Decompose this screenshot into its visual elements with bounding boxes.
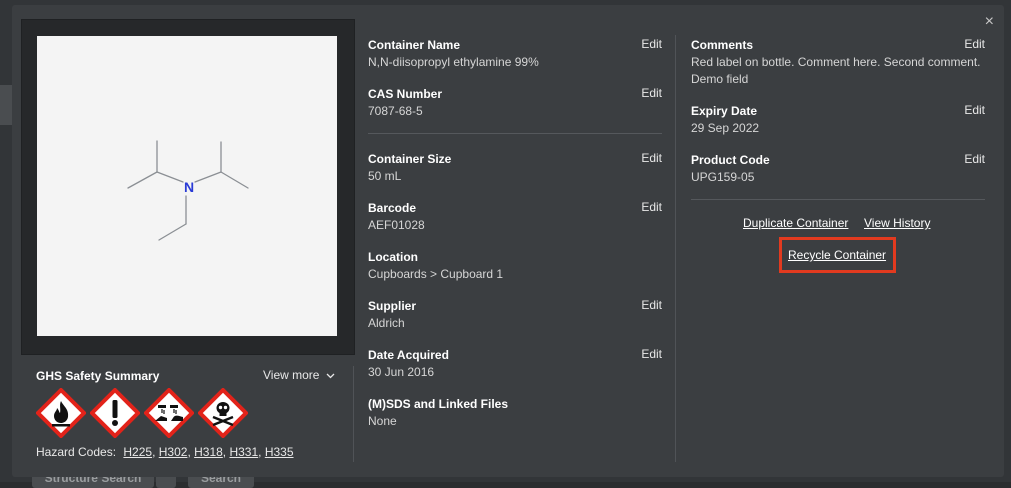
field-value: 30 Jun 2016 bbox=[368, 365, 435, 379]
field-cas-number: CAS Number 7087-68-5 Edit bbox=[368, 86, 662, 120]
field-value: UPG159-05 bbox=[691, 170, 755, 184]
field-label: Date Acquired bbox=[368, 348, 449, 362]
container-details-modal: × N GHS Safety Summary View more Hazard … bbox=[12, 5, 1004, 477]
field-container-name: Container Name N,N-diisopropyl ethylamin… bbox=[368, 37, 662, 71]
duplicate-container-link[interactable]: Duplicate Container bbox=[743, 216, 848, 230]
edit-expiry-date-button[interactable]: Edit bbox=[964, 103, 985, 117]
ghs-pictogram-list bbox=[36, 388, 248, 438]
hazard-code-link[interactable]: H302 bbox=[159, 445, 188, 459]
hazard-code-link[interactable]: H225 bbox=[123, 445, 152, 459]
hazard-code-link[interactable]: H331 bbox=[229, 445, 258, 459]
field-label: Container Name bbox=[368, 38, 461, 52]
field-value: Cupboards > Cupboard 1 bbox=[368, 267, 504, 281]
molecule-structure: N bbox=[127, 140, 249, 241]
edit-date-acquired-button[interactable]: Edit bbox=[641, 347, 662, 361]
recycle-container-link[interactable]: Recycle Container bbox=[788, 248, 886, 262]
nitrogen-atom-label: N bbox=[184, 179, 194, 195]
field-comments: Comments Red label on bottle. Comment he… bbox=[691, 37, 985, 88]
skull-crossbones-pictogram-icon bbox=[198, 388, 248, 438]
close-button[interactable]: × bbox=[985, 13, 994, 31]
field-value: Red label on bottle. Comment here. Secon… bbox=[691, 55, 981, 86]
field-value: None bbox=[368, 414, 397, 428]
actions-divider bbox=[691, 199, 985, 200]
field-label: Location bbox=[368, 250, 418, 264]
edit-comments-button[interactable]: Edit bbox=[964, 37, 985, 51]
edit-barcode-button[interactable]: Edit bbox=[641, 200, 662, 214]
hazard-codes-line: Hazard Codes: H225, H302, H318, H331, H3… bbox=[36, 445, 294, 459]
corrosion-pictogram-icon bbox=[144, 388, 194, 438]
view-more-label: View more bbox=[263, 368, 320, 382]
field-value: 50 mL bbox=[368, 169, 402, 183]
middle-column-divider bbox=[675, 35, 676, 462]
field-value: N,N-diisopropyl ethylamine 99% bbox=[368, 55, 539, 69]
edit-product-code-button[interactable]: Edit bbox=[964, 152, 985, 166]
structure-frame: N bbox=[21, 19, 355, 355]
section-divider bbox=[368, 133, 662, 134]
view-history-link[interactable]: View History bbox=[864, 216, 930, 230]
flame-pictogram-icon bbox=[36, 388, 86, 438]
edit-supplier-button[interactable]: Edit bbox=[641, 298, 662, 312]
field-location: Location Cupboards > Cupboard 1 bbox=[368, 250, 662, 283]
close-icon: × bbox=[984, 13, 994, 30]
field-expiry-date: Expiry Date 29 Sep 2022 Edit bbox=[691, 103, 985, 137]
field-label: CAS Number bbox=[368, 87, 443, 101]
field-value: 29 Sep 2022 bbox=[691, 121, 760, 135]
field-label: Product Code bbox=[691, 153, 770, 167]
field-value: AEF01028 bbox=[368, 218, 425, 232]
view-more-link[interactable]: View more bbox=[263, 368, 335, 382]
hazard-code-link[interactable]: H318 bbox=[194, 445, 223, 459]
field-barcode: Barcode AEF01028 Edit bbox=[368, 200, 662, 234]
field-supplier: Supplier Aldrich Edit bbox=[368, 298, 662, 332]
field-label: Container Size bbox=[368, 152, 452, 166]
chevron-down-icon bbox=[326, 373, 335, 379]
field-label: Supplier bbox=[368, 299, 417, 313]
background-panel-edge bbox=[0, 85, 12, 125]
field-container-size: Container Size 50 mL Edit bbox=[368, 151, 662, 185]
hazard-code-link[interactable]: H335 bbox=[265, 445, 294, 459]
exclamation-pictogram-icon bbox=[90, 388, 140, 438]
ghs-summary-title: GHS Safety Summary bbox=[36, 369, 160, 383]
field-msds-files: (M)SDS and Linked Files None bbox=[368, 397, 662, 430]
field-label: (M)SDS and Linked Files bbox=[368, 397, 509, 411]
field-product-code: Product Code UPG159-05 Edit bbox=[691, 152, 985, 186]
field-value: Aldrich bbox=[368, 316, 405, 330]
edit-container-name-button[interactable]: Edit bbox=[641, 37, 662, 51]
field-label: Expiry Date bbox=[691, 104, 758, 118]
field-label: Barcode bbox=[368, 201, 417, 215]
field-label: Comments bbox=[691, 38, 754, 52]
left-column-divider bbox=[353, 366, 354, 462]
hazard-codes-label: Hazard Codes: bbox=[36, 445, 117, 459]
field-date-acquired: Date Acquired 30 Jun 2016 Edit bbox=[368, 347, 662, 381]
field-value: 7087-68-5 bbox=[368, 104, 423, 118]
edit-cas-number-button[interactable]: Edit bbox=[641, 86, 662, 100]
edit-container-size-button[interactable]: Edit bbox=[641, 151, 662, 165]
structure-drawing: N bbox=[37, 36, 337, 336]
